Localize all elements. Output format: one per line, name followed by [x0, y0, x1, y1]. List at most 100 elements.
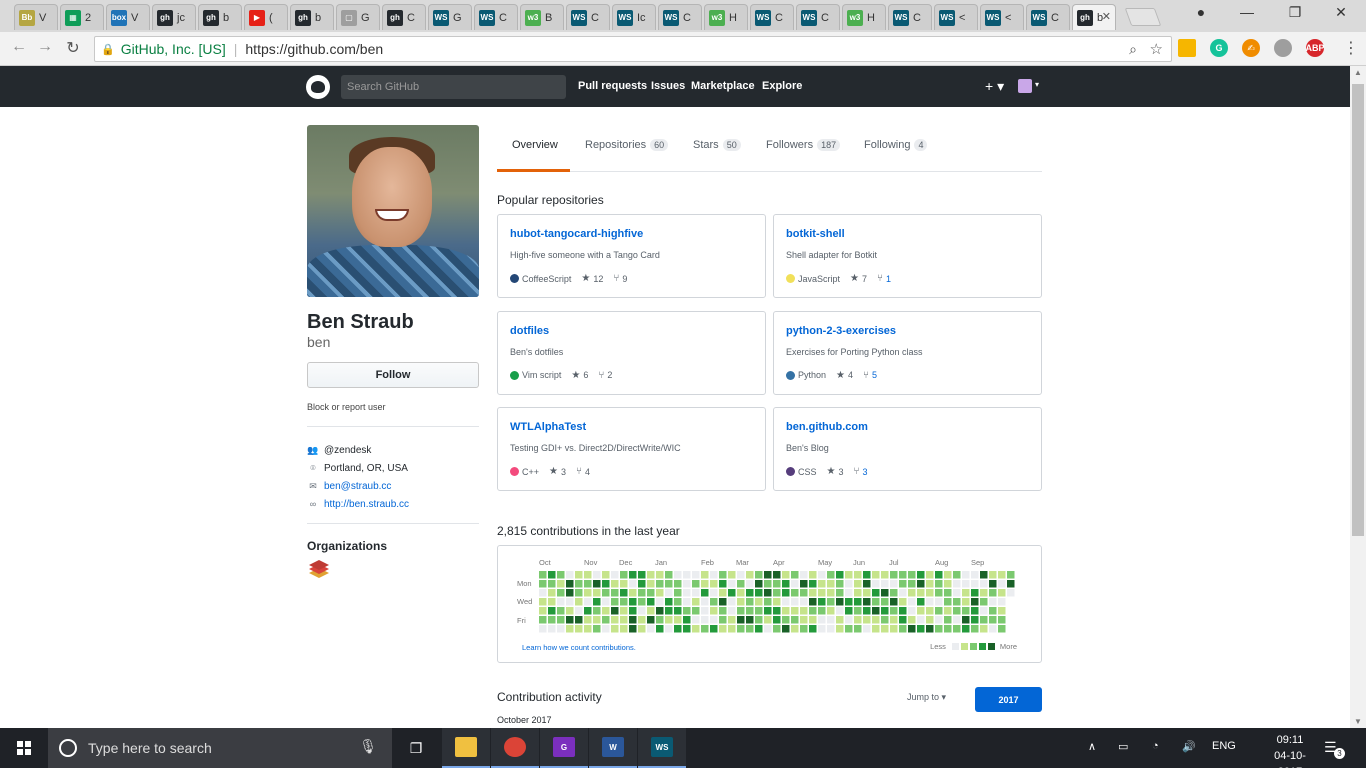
contribution-day-cell[interactable] [593, 616, 601, 624]
contribution-day-cell[interactable] [944, 598, 952, 606]
contribution-day-cell[interactable] [926, 607, 934, 615]
contribution-day-cell[interactable] [557, 607, 565, 615]
menu-icon[interactable]: ⋮ [1340, 38, 1362, 58]
contribution-day-cell[interactable] [719, 607, 727, 615]
contribution-day-cell[interactable] [899, 598, 907, 606]
contribution-day-cell[interactable] [638, 607, 646, 615]
contribution-day-cell[interactable] [548, 598, 556, 606]
repo-name-link[interactable]: botkit-shell [786, 228, 845, 240]
contribution-day-cell[interactable] [629, 580, 637, 588]
taskbar-app-button[interactable]: W [589, 728, 637, 768]
contribution-day-cell[interactable] [602, 589, 610, 597]
contribution-day-cell[interactable] [746, 580, 754, 588]
contribution-day-cell[interactable] [692, 589, 700, 597]
contribution-day-cell[interactable] [620, 589, 628, 597]
contribution-day-cell[interactable] [683, 607, 691, 615]
contribution-day-cell[interactable] [746, 625, 754, 633]
scroll-down-icon[interactable]: ▼ [1354, 717, 1362, 726]
contribution-day-cell[interactable] [863, 607, 871, 615]
contribution-day-cell[interactable] [962, 607, 970, 615]
profile-tab-overview[interactable]: Overview [512, 139, 558, 151]
contribution-day-cell[interactable] [953, 589, 961, 597]
contribution-day-cell[interactable] [701, 607, 709, 615]
browser-tab[interactable]: w3 H [704, 4, 748, 30]
contribution-day-cell[interactable] [818, 598, 826, 606]
url-text[interactable]: https://github.com/ben [245, 41, 383, 57]
contribution-day-cell[interactable] [827, 607, 835, 615]
contribution-day-cell[interactable] [566, 625, 574, 633]
contribution-day-cell[interactable] [710, 589, 718, 597]
contribution-day-cell[interactable] [935, 625, 943, 633]
contribution-day-cell[interactable] [791, 607, 799, 615]
contribution-day-cell[interactable] [566, 580, 574, 588]
contribution-day-cell[interactable] [728, 598, 736, 606]
email-link[interactable]: ben@straub.cc [324, 481, 391, 492]
contribution-day-cell[interactable] [755, 616, 763, 624]
contribution-day-cell[interactable] [872, 580, 880, 588]
contribution-day-cell[interactable] [908, 616, 916, 624]
contribution-day-cell[interactable] [881, 607, 889, 615]
contribution-day-cell[interactable] [755, 625, 763, 633]
contribution-day-cell[interactable] [791, 580, 799, 588]
contribution-day-cell[interactable] [989, 589, 997, 597]
microphone-icon[interactable]: 🎙 [359, 738, 377, 755]
contribution-day-cell[interactable] [755, 607, 763, 615]
contribution-day-cell[interactable] [575, 589, 583, 597]
contribution-day-cell[interactable] [575, 571, 583, 579]
contribution-day-cell[interactable] [602, 616, 610, 624]
contribution-day-cell[interactable] [584, 589, 592, 597]
contribution-day-cell[interactable] [935, 616, 943, 624]
contribution-day-cell[interactable] [980, 571, 988, 579]
contribution-day-cell[interactable] [566, 598, 574, 606]
repo-forks[interactable]: ⑂ 1 [877, 273, 891, 284]
contribution-day-cell[interactable] [575, 625, 583, 633]
contribution-day-cell[interactable] [593, 589, 601, 597]
browser-tab[interactable]: WS < [934, 4, 978, 30]
contribution-day-cell[interactable] [800, 598, 808, 606]
contribution-day-cell[interactable] [998, 607, 1006, 615]
contribution-day-cell[interactable] [827, 571, 835, 579]
contribution-day-cell[interactable] [989, 580, 997, 588]
contribution-day-cell[interactable] [818, 589, 826, 597]
contribution-day-cell[interactable] [854, 598, 862, 606]
github-search-input[interactable] [341, 75, 566, 99]
browser-tab[interactable]: WS G [428, 4, 472, 30]
contribution-day-cell[interactable] [881, 589, 889, 597]
contribution-day-cell[interactable] [611, 571, 619, 579]
contribution-day-cell[interactable] [944, 571, 952, 579]
contribution-day-cell[interactable] [584, 580, 592, 588]
contribution-day-cell[interactable] [827, 580, 835, 588]
contribution-day-cell[interactable] [665, 571, 673, 579]
repo-forks[interactable]: ⑂ 5 [863, 370, 877, 381]
extension-icon[interactable]: ✍ [1242, 39, 1260, 57]
contribution-day-cell[interactable] [908, 607, 916, 615]
contribution-day-cell[interactable] [656, 571, 664, 579]
contribution-day-cell[interactable] [809, 616, 817, 624]
contribution-day-cell[interactable] [917, 598, 925, 606]
contribution-day-cell[interactable] [620, 607, 628, 615]
nav-marketplace[interactable]: Marketplace [691, 80, 755, 92]
create-new-dropdown[interactable]: + ▾ [985, 78, 1004, 95]
browser-tab[interactable]: WS < [980, 4, 1024, 30]
contribution-day-cell[interactable] [854, 589, 862, 597]
contribution-day-cell[interactable] [647, 625, 655, 633]
contribution-day-cell[interactable] [575, 616, 583, 624]
contribution-day-cell[interactable] [629, 625, 637, 633]
contribution-day-cell[interactable] [611, 580, 619, 588]
contribution-day-cell[interactable] [836, 580, 844, 588]
contribution-day-cell[interactable] [746, 607, 754, 615]
contribution-day-cell[interactable] [818, 616, 826, 624]
repo-stars[interactable]: ★ 3 [827, 466, 844, 477]
contribution-day-cell[interactable] [1007, 571, 1015, 579]
contribution-day-cell[interactable] [539, 571, 547, 579]
contribution-day-cell[interactable] [998, 571, 1006, 579]
contribution-day-cell[interactable] [962, 571, 970, 579]
contribution-day-cell[interactable] [647, 607, 655, 615]
contribution-day-cell[interactable] [989, 607, 997, 615]
contribution-day-cell[interactable] [791, 589, 799, 597]
contribution-day-cell[interactable] [881, 625, 889, 633]
contribution-day-cell[interactable] [989, 616, 997, 624]
contribution-day-cell[interactable] [836, 616, 844, 624]
contribution-day-cell[interactable] [944, 625, 952, 633]
contribution-day-cell[interactable] [701, 616, 709, 624]
